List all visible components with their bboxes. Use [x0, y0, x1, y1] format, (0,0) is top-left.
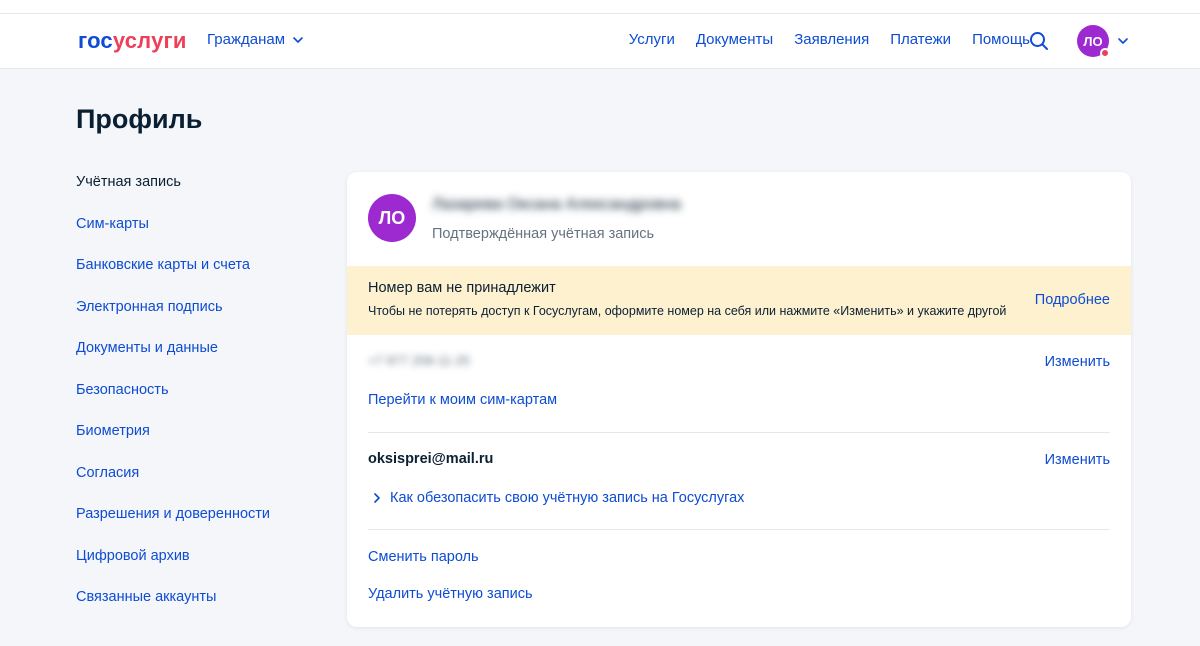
- audience-label: Гражданам: [207, 31, 286, 48]
- phone-section: +7 977 258-11-25 Изменить Перейти к моим…: [368, 335, 1110, 433]
- change-password-link[interactable]: Сменить пароль: [368, 549, 1110, 565]
- logo-part-1: гос: [78, 28, 113, 53]
- account-actions: Сменить пароль Удалить учётную запись: [368, 530, 1110, 602]
- sidebar-item-bank-cards[interactable]: Банковские карты и счета: [76, 255, 270, 297]
- top-strip: [0, 0, 1200, 14]
- profile-sidebar: Учётная запись Сим-карты Банковские карт…: [76, 172, 270, 629]
- sim-cards-link[interactable]: Перейти к моим сим-картам: [368, 392, 1110, 408]
- search-icon[interactable]: [1029, 31, 1049, 51]
- user-avatar[interactable]: ЛО: [1077, 25, 1110, 58]
- email-row: oksisprei@mail.ru Изменить: [368, 433, 1110, 471]
- email-address: oksisprei@mail.ru: [368, 451, 494, 467]
- sidebar-item-security[interactable]: Безопасность: [76, 380, 270, 422]
- email-section: oksisprei@mail.ru Изменить Как обезопаси…: [368, 433, 1110, 530]
- sidebar-item-documents[interactable]: Документы и данные: [76, 338, 270, 380]
- sidebar-item-permissions[interactable]: Разрешения и доверенности: [76, 504, 270, 546]
- profile-header: ЛО Лазарева Оксана Александровна Подтвер…: [347, 172, 1131, 266]
- profile-avatar-initials: ЛО: [378, 207, 406, 228]
- gosuslugi-logo[interactable]: госуслуги: [78, 28, 187, 54]
- security-tip-link[interactable]: Как обезопасить свою учётную запись на Г…: [374, 490, 1110, 506]
- sidebar-item-consents[interactable]: Согласия: [76, 463, 270, 505]
- nav-applications[interactable]: Заявления: [794, 31, 869, 48]
- nav-help[interactable]: Помощь: [972, 31, 1030, 48]
- chevron-down-icon[interactable]: [1118, 38, 1128, 44]
- phone-row: +7 977 258-11-25 Изменить: [368, 335, 1110, 373]
- delete-account-link[interactable]: Удалить учётную запись: [368, 586, 1110, 602]
- sidebar-item-digital-archive[interactable]: Цифровой архив: [76, 546, 270, 588]
- sidebar-item-sim-cards[interactable]: Сим-карты: [76, 214, 270, 256]
- account-status: Подтверждённая учётная запись: [432, 226, 655, 242]
- chevron-right-icon: [374, 493, 380, 503]
- warning-more-link[interactable]: Подробнее: [1035, 292, 1110, 308]
- phone-number: +7 977 258-11-25: [368, 353, 471, 368]
- change-phone-button[interactable]: Изменить: [1045, 354, 1110, 370]
- change-email-button[interactable]: Изменить: [1045, 452, 1110, 468]
- nav-payments[interactable]: Платежи: [890, 31, 951, 48]
- sidebar-item-account[interactable]: Учётная запись: [76, 172, 270, 214]
- warning-title: Номер вам не принадлежит: [368, 280, 556, 296]
- sidebar-item-linked-accounts[interactable]: Связанные аккаунты: [76, 587, 270, 629]
- avatar-initials: ЛО: [1083, 33, 1103, 49]
- audience-selector[interactable]: Гражданам: [207, 31, 303, 48]
- security-tip-label: Как обезопасить свою учётную запись на Г…: [390, 490, 745, 506]
- logo-part-2: услуги: [112, 28, 187, 53]
- page-title: Профиль: [76, 104, 203, 134]
- profile-avatar: ЛО: [368, 194, 416, 242]
- nav-documents[interactable]: Документы: [696, 31, 773, 48]
- profile-full-name: Лазарева Оксана Александровна: [432, 196, 681, 213]
- site-header: госуслуги Гражданам Услуги Документы Зая…: [0, 14, 1200, 69]
- sidebar-item-e-signature[interactable]: Электронная подпись: [76, 297, 270, 339]
- warning-description: Чтобы не потерять доступ к Госуслугам, о…: [368, 304, 1007, 318]
- notification-dot: [1100, 48, 1110, 58]
- account-card: ЛО Лазарева Оксана Александровна Подтвер…: [347, 172, 1131, 627]
- chevron-down-icon: [293, 36, 303, 43]
- main-nav: Услуги Документы Заявления Платежи Помощ…: [629, 31, 1030, 48]
- nav-services[interactable]: Услуги: [629, 31, 675, 48]
- phone-warning-banner: Номер вам не принадлежит Чтобы не потеря…: [347, 266, 1131, 335]
- sidebar-item-biometrics[interactable]: Биометрия: [76, 421, 270, 463]
